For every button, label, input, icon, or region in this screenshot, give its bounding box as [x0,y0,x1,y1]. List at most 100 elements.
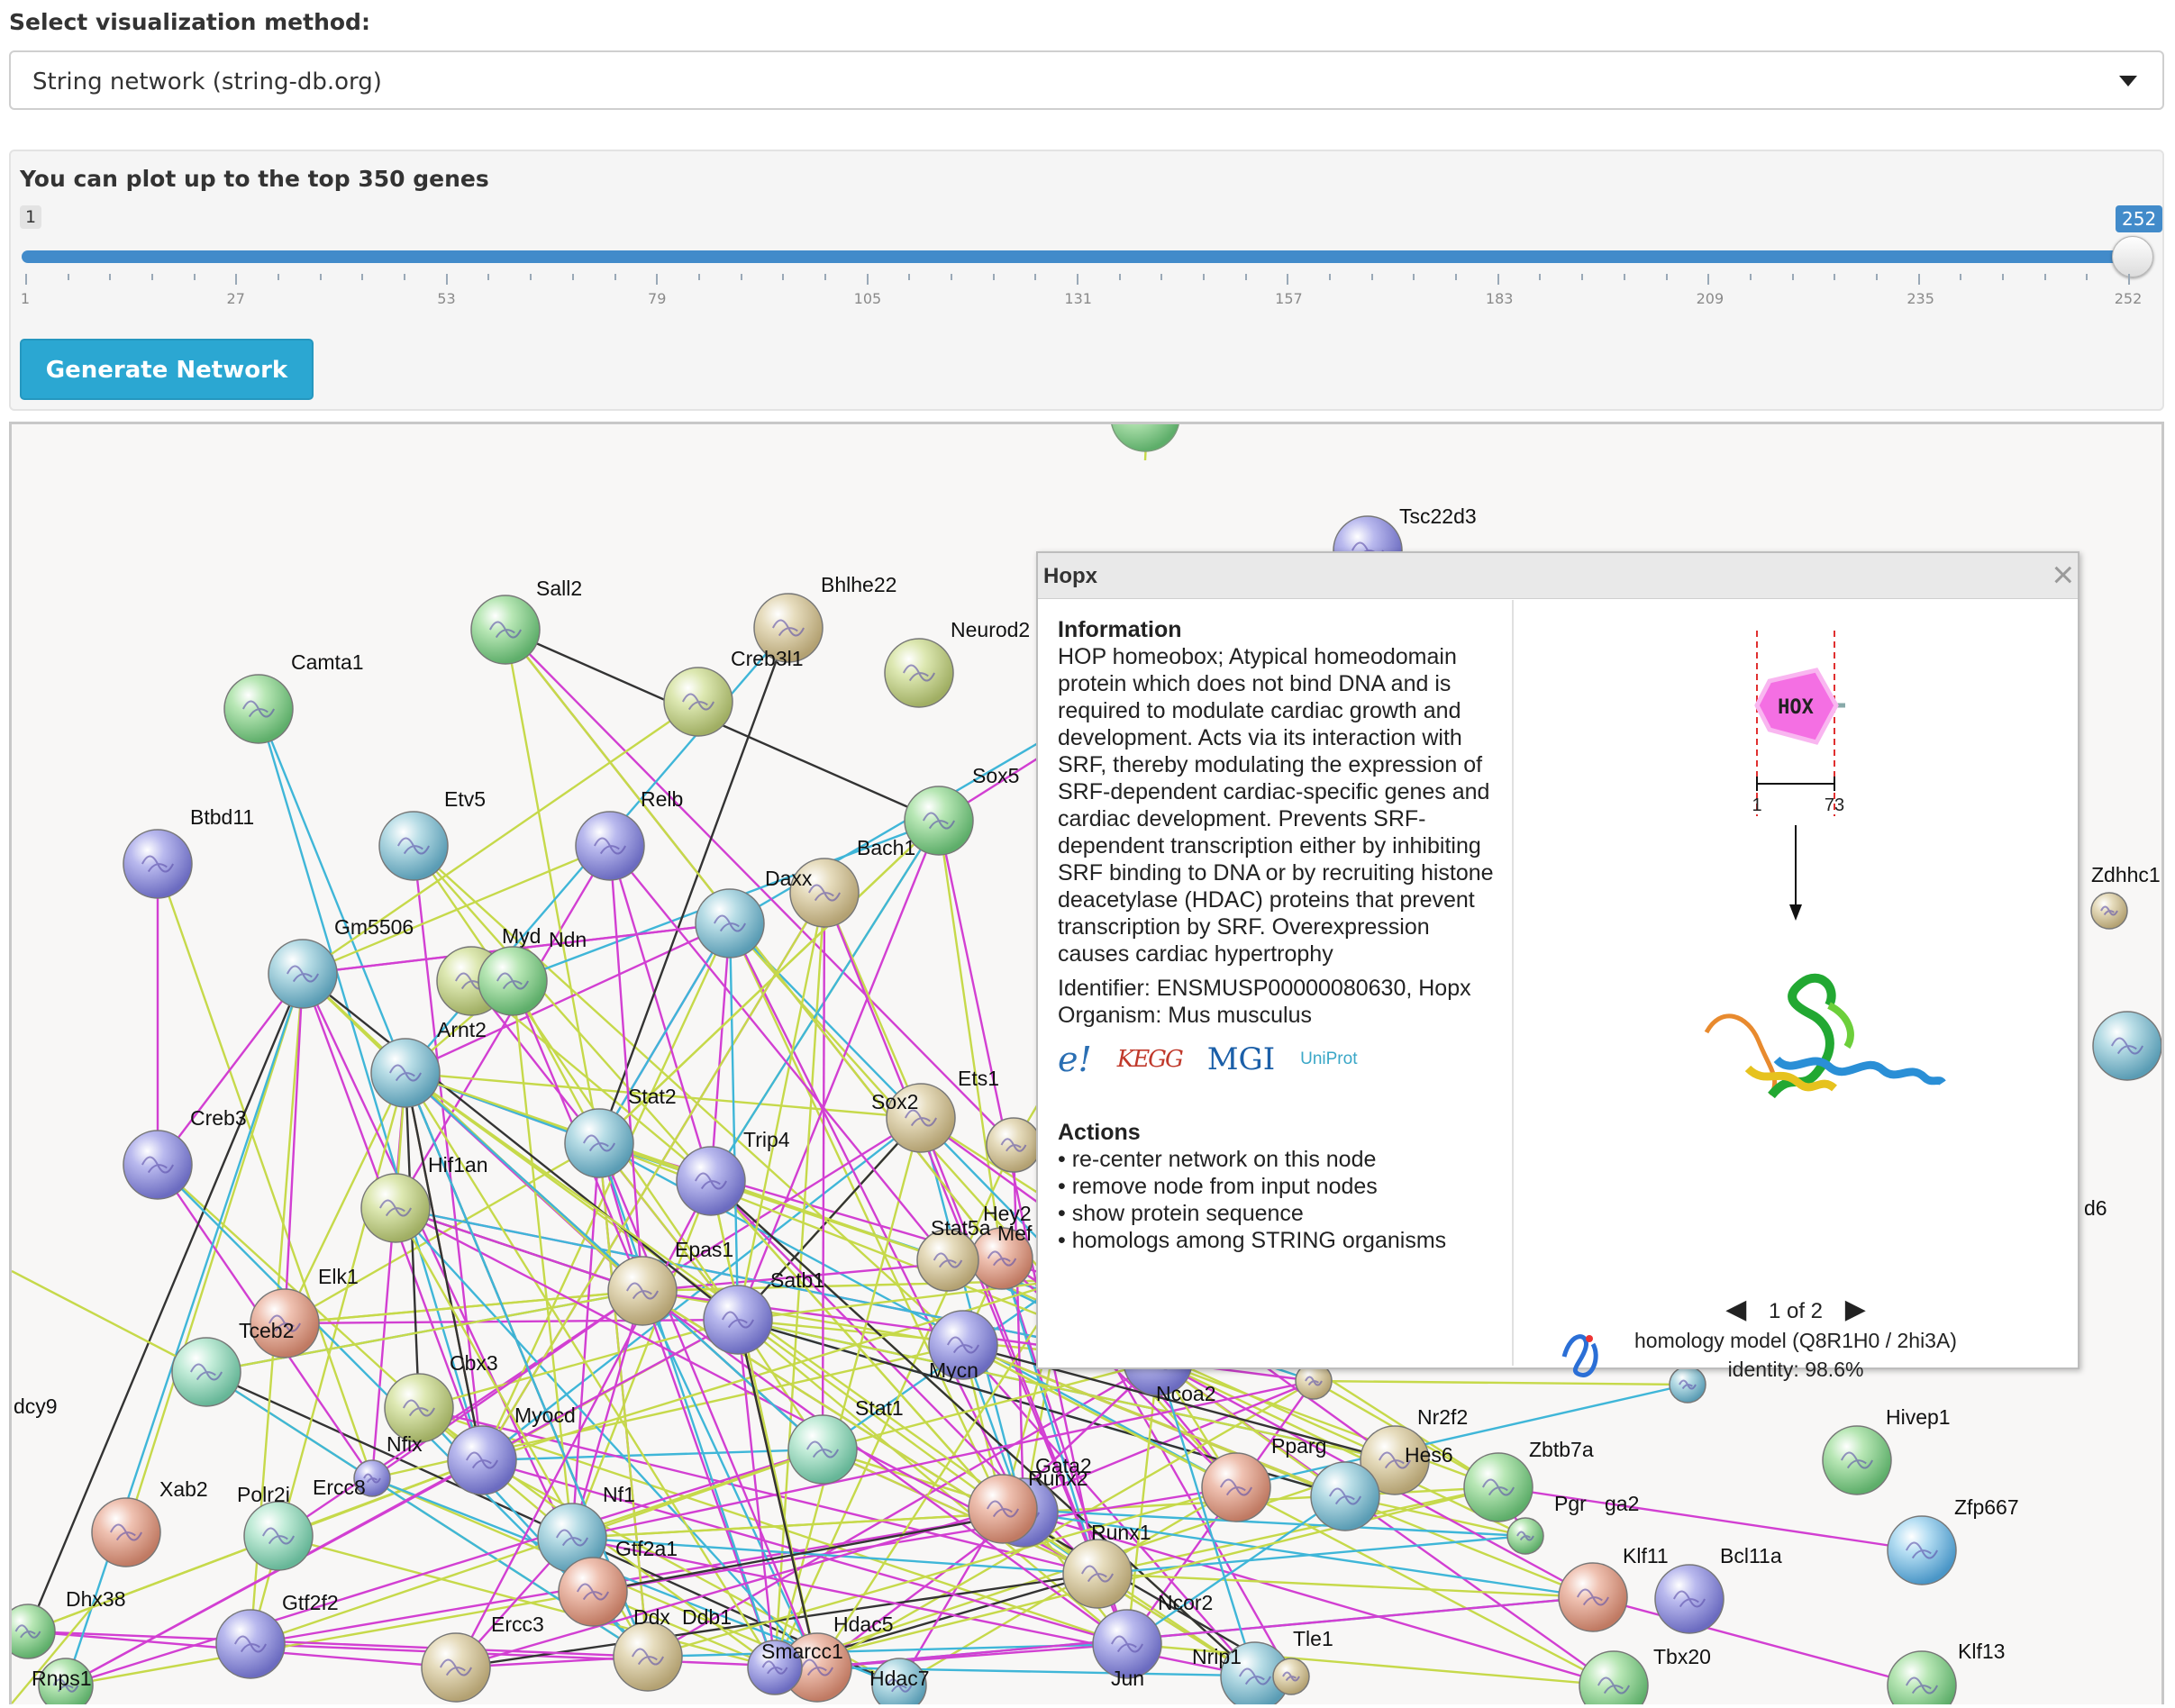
network-node-d6[interactable]: d6 [2084,1011,2161,1220]
network-node-xab2[interactable]: Xab2 [91,1477,208,1567]
slider-tick-label: 79 [648,290,667,307]
slider-tick [1370,274,1373,280]
action-remove-node[interactable]: • remove node from input nodes [1058,1173,1499,1200]
slider-tick [950,274,952,280]
network-edge [821,892,826,1450]
network-node-label: Tceb2 [239,1319,294,1342]
actions-heading: Actions [1058,1120,1141,1145]
slider-tick [1244,274,1247,280]
network-node-hey2[interactable]: Hey2 [970,1202,1033,1290]
network-edge [1097,1534,1526,1576]
network-node-label: Dhx38 [66,1587,125,1611]
slider-tick [2128,274,2130,285]
network-node-camta1[interactable]: Camta1 [223,650,364,744]
network-edge [124,973,305,1533]
network-node-label: Stat1 [855,1396,904,1420]
network-node-hdac7[interactable]: Hdac7 [869,1658,929,1704]
chevron-down-icon[interactable] [2119,76,2137,86]
slider-tick [151,274,154,280]
model-counter: 1 of 2 [1768,1299,1824,1323]
network-node-btbd11[interactable]: Btbd11 [123,805,254,899]
network-node-label: Cbx3 [450,1351,498,1375]
close-icon[interactable]: × [2052,555,2074,595]
network-node-dcy9[interactable]: dcy9 [14,1395,58,1418]
kegg-logo-link[interactable]: KEGG [1117,1046,1184,1073]
network-node-label: Relb [641,787,683,811]
database-links: e! KEGG MGI UniProt [1058,1041,1499,1077]
slider-min-badge: 1 [20,205,42,229]
network-node-zdhhc1[interactable]: Zdhhc1 [2090,863,2161,930]
network-node-sox5[interactable]: Sox5 [904,764,1019,856]
action-show-sequence[interactable]: • show protein sequence [1058,1200,1499,1227]
network-node-label: Hivep1 [1886,1405,1951,1429]
network-node-label: Zbtb7a [1529,1438,1594,1461]
network-node-bubble[interactable] [1579,1650,1649,1704]
organism-text: Organism: Mus musculus [1058,1003,1313,1028]
network-node-gm5506[interactable]: Gm5506 [268,915,414,1009]
slider-label: You can plot up to the top 350 genes [20,166,489,192]
network-node-dhx38[interactable]: Dhx38 [12,1587,125,1659]
network-node-label: Tsc22d3 [1399,504,1477,528]
network-node-ga2[interactable]: ga2 [1605,1492,1639,1515]
network-node-tbx20[interactable]: Tbx20 [1579,1645,1711,1704]
network-node-jun[interactable]: Jun [1111,1667,1144,1690]
network-node-neurod2[interactable]: Neurod2 [884,618,1030,708]
slider-tick-label: 235 [1907,290,1934,307]
network-node-label: Mef [997,1222,1033,1245]
network-node[interactable] [1111,424,1179,452]
network-node-label: Myd [502,924,541,948]
slider-tick [530,274,532,280]
network-node-label: Bhlhe22 [821,573,896,596]
network-node-label: Ercc8 [313,1476,366,1499]
action-recenter[interactable]: • re-center network on this node [1058,1146,1499,1173]
homology-info: homology model (Q8R1H0 / 2hi3A) identity… [1514,1321,2078,1384]
network-node-label: Gtf2f2 [282,1591,339,1614]
network-node-label: Tle1 [1293,1627,1333,1650]
network-node-label: Trip4 [743,1128,790,1151]
network-node-label: Bach1 [857,836,915,859]
network-node-zfp667[interactable]: Zfp667 [1887,1495,2019,1585]
slider-tick [824,274,826,280]
network-node-ddb1[interactable]: Ddb1 [682,1605,732,1629]
slider-handle[interactable] [2112,236,2153,277]
ensembl-logo-link[interactable]: e! [1058,1042,1092,1077]
network-node-label: Sox2 [871,1090,918,1113]
slider-tick-label: 27 [226,290,245,307]
network-node-rnps1[interactable]: Rnps1 [32,1658,94,1704]
network-node-sall2[interactable]: Sall2 [470,577,582,665]
network-node-hivep1[interactable]: Hivep1 [1822,1405,1951,1495]
slider-tick [319,274,322,280]
uniprot-logo-link[interactable]: UniProt [1300,1046,1357,1073]
visualization-method-select[interactable]: String network (string-db.org) [9,50,2164,110]
network-node-klf11[interactable]: Klf11 [1558,1544,1669,1632]
network-node-etv5[interactable]: Etv5 [378,787,486,881]
network-node-label: Sall2 [536,577,582,600]
network-node-gtf2f2[interactable]: Gtf2f2 [215,1591,339,1679]
network-node-label: Nr2f2 [1417,1405,1468,1429]
network-node-polr2i[interactable]: Polr2i [237,1483,314,1571]
network-edge [27,1630,649,1658]
network-node-label: Ercc3 [491,1613,544,1636]
slider-tick [2043,274,2046,280]
slider-tick-label: 105 [853,290,882,307]
action-homologs[interactable]: • homologs among STRING organisms [1058,1227,1499,1254]
network-node-klf13[interactable]: Klf13 [1887,1640,2005,1704]
network-node-bcl11a[interactable]: Bcl11a [1654,1544,1782,1634]
slider-tick [1749,274,1752,280]
network-node-bubble[interactable] [1887,1650,1957,1704]
domain-diagram: HOX 1 73 [1752,631,1845,921]
network-node-label: d6 [2084,1196,2107,1220]
network-node-label: Klf13 [1958,1640,2005,1663]
mgi-logo-link[interactable]: MGI [1207,1044,1275,1075]
network-node-label: Rnps1 [32,1667,91,1690]
network-node-daxx[interactable]: Daxx [695,867,813,958]
network-node-elk1[interactable]: Elk1 [250,1265,359,1358]
slider-tick [1623,274,1625,280]
generate-network-button[interactable]: Generate Network Plot [20,339,314,443]
slider-tick [2001,274,2004,280]
slider-tick [1707,274,1710,285]
network-node-label: Pgr [1554,1492,1587,1515]
network-node-bubble[interactable] [12,1604,56,1659]
slider-track[interactable] [22,250,2139,263]
slider-tick [2086,274,2089,280]
